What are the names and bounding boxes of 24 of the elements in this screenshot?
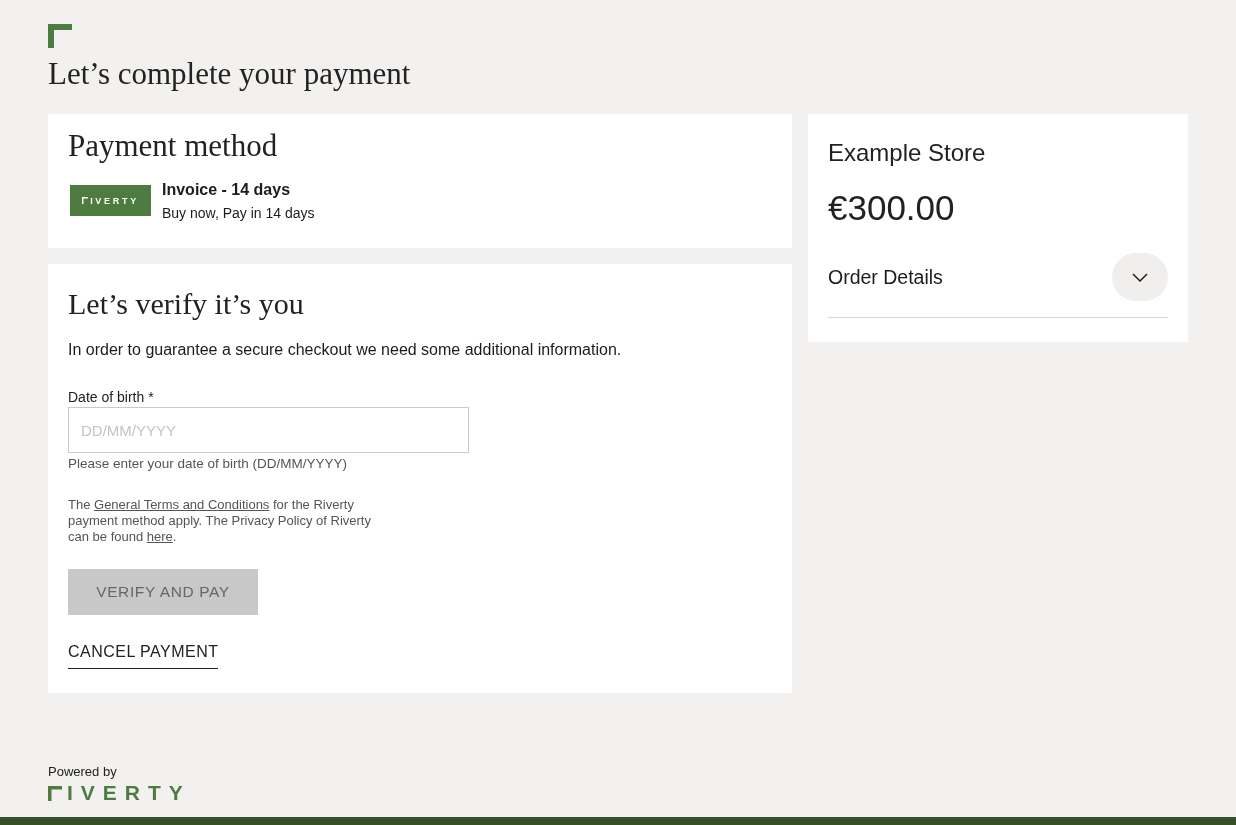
logo-corner-icon bbox=[82, 197, 89, 204]
order-details-label: Order Details bbox=[828, 265, 943, 289]
date-of-birth-field[interactable]: DD/MM/YYYY bbox=[68, 407, 469, 453]
method-description: Buy now, Pay in 14 days bbox=[162, 204, 315, 222]
method-name: Invoice - 14 days bbox=[162, 180, 291, 200]
footer-logo-wordmark: IVERTY bbox=[67, 785, 191, 801]
card-title: Let’s verify it’s you bbox=[68, 288, 304, 320]
terms-text: The General Terms and Conditions for the Riverty payment method apply. The Privacy Policy of Riverty can be found here. bbox=[68, 497, 372, 545]
order-amount: €300.00 bbox=[828, 188, 955, 228]
footer-logo-corner-icon bbox=[48, 786, 62, 801]
logo-wordmark: IVERTY bbox=[90, 195, 139, 206]
cancel-payment-link[interactable]: CANCEL PAYMENT bbox=[68, 642, 219, 669]
terms-link[interactable]: General Terms and Conditions bbox=[94, 497, 270, 512]
store-name: Example Store bbox=[828, 139, 986, 167]
corner-logo-icon bbox=[48, 24, 72, 48]
card-title: Payment method bbox=[68, 130, 278, 162]
terms-link[interactable]: here bbox=[146, 529, 173, 544]
expand-order-details-button[interactable] bbox=[1112, 253, 1168, 301]
powered-by-text: Powered by bbox=[48, 764, 117, 780]
chevron-down-icon bbox=[1132, 272, 1148, 282]
intro-text: In order to guarantee a secure checkout we need some additional information. bbox=[68, 340, 622, 360]
field-label: Date of birth * bbox=[68, 388, 154, 406]
field-hint: Please enter your date of birth (DD/MM/YYYY) bbox=[68, 456, 348, 472]
page-title: Let’s complete your payment bbox=[48, 56, 411, 92]
